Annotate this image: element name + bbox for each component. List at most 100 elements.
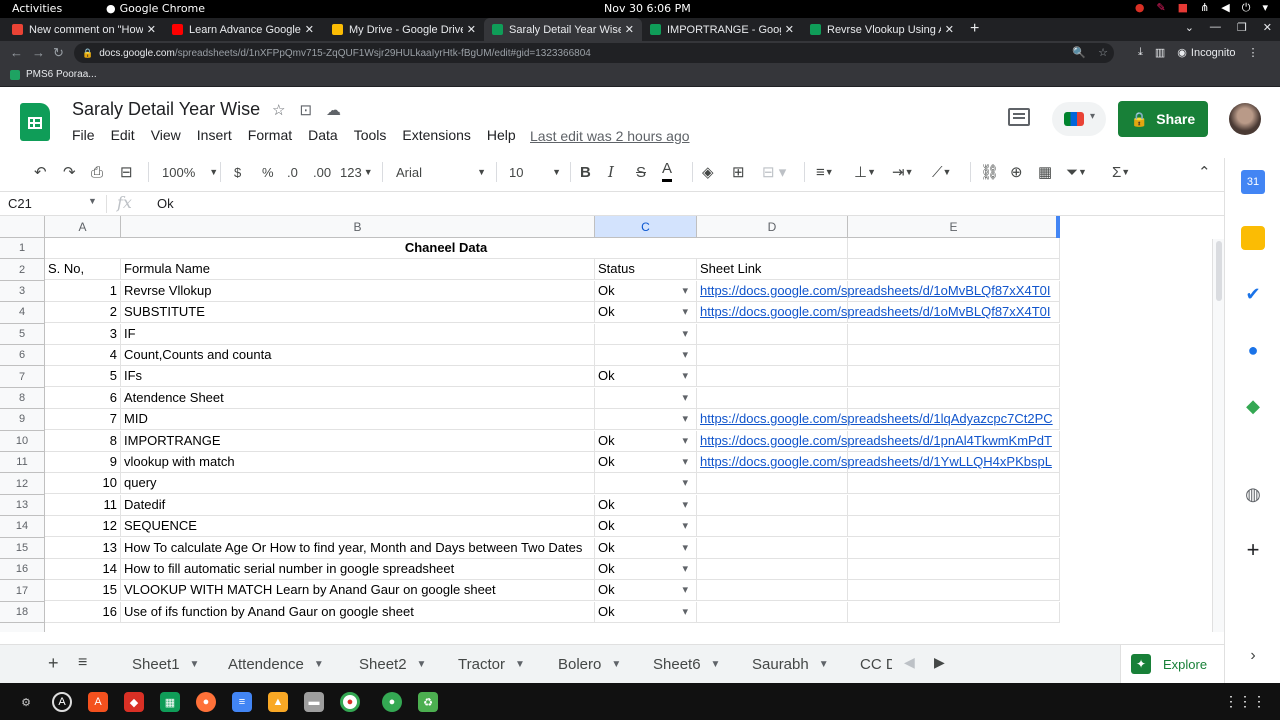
horizontal-align-icon[interactable]: ≡ ▼: [816, 158, 834, 186]
anydesk-icon[interactable]: A: [52, 692, 72, 712]
row-header[interactable]: 18: [0, 601, 45, 624]
docs-app-icon[interactable]: ≡: [232, 692, 252, 712]
row-header[interactable]: [0, 623, 45, 632]
sheet-link-cell[interactable]: [697, 494, 848, 516]
table-cell[interactable]: [848, 516, 1060, 538]
row-header[interactable]: 1: [0, 238, 45, 260]
sno-cell[interactable]: 1: [45, 280, 121, 302]
chrome-menu-icon[interactable]: ⋮: [1248, 46, 1259, 59]
sno-cell[interactable]: 15: [45, 580, 121, 602]
menu-insert[interactable]: Insert: [197, 127, 238, 143]
table-cell[interactable]: [848, 537, 1060, 559]
number-format-select[interactable]: 123 ▼: [340, 158, 373, 186]
text-rotation-icon[interactable]: ⟋ ▼: [932, 158, 951, 186]
tab-search-chevron-icon[interactable]: ⌄: [1185, 21, 1194, 34]
sheet-link-cell[interactable]: [697, 559, 848, 580]
zoom-select[interactable]: 100% ▼: [162, 158, 218, 186]
activities-button[interactable]: Activities: [12, 2, 62, 15]
browser-tab[interactable]: Learn Advance Google Sh ✕: [164, 18, 322, 41]
zoom-icon[interactable]: 🔍: [1072, 46, 1086, 59]
chevron-down-icon[interactable]: ▼: [611, 659, 621, 670]
formula-name-cell[interactable]: vlookup with match: [121, 452, 595, 473]
formula-name-cell[interactable]: IMPORTRANGE: [121, 430, 595, 452]
move-folder-icon[interactable]: ⊡: [299, 101, 312, 119]
software-store-icon[interactable]: A: [88, 692, 108, 712]
chevron-down-icon[interactable]: ▼: [515, 659, 525, 670]
formula-name-cell[interactable]: How To calculate Age Or How to find year…: [121, 537, 595, 559]
browser-tab[interactable]: My Drive - Google Drive ✕: [324, 18, 484, 41]
close-icon[interactable]: ✕: [785, 23, 794, 36]
close-icon[interactable]: ✕: [147, 23, 156, 36]
sheet-link-cell[interactable]: https://docs.google.com/spreadsheets/d/1…: [697, 302, 1050, 324]
table-cell[interactable]: [848, 473, 1060, 495]
redo-icon[interactable]: ↷: [63, 158, 76, 186]
cloud-status-icon[interactable]: ☁: [326, 101, 341, 119]
menu-help[interactable]: Help: [487, 127, 522, 143]
sno-cell[interactable]: 5: [45, 366, 121, 388]
insert-comment-icon[interactable]: ⊕: [1010, 158, 1023, 186]
formula-name-cell[interactable]: Use of ifs function by Anand Gaur on goo…: [121, 601, 595, 623]
maximize-icon[interactable]: ❐: [1237, 21, 1247, 34]
star-icon[interactable]: ☆: [272, 101, 285, 119]
incognito-indicator[interactable]: ◉ Incognito: [1177, 46, 1235, 60]
table-cell[interactable]: [848, 387, 1060, 409]
decrease-decimal-button[interactable]: .0: [287, 158, 298, 186]
status-dropdown-cell[interactable]: Ok: [595, 366, 697, 388]
close-icon[interactable]: ✕: [625, 23, 634, 36]
sno-header[interactable]: S. No,: [45, 259, 121, 281]
chevron-down-icon[interactable]: ▼: [314, 659, 324, 670]
anydesk-app-icon[interactable]: ◆: [124, 692, 144, 712]
chevron-down-icon[interactable]: ▼: [819, 659, 829, 670]
menu-edit[interactable]: Edit: [111, 127, 141, 143]
row-header[interactable]: 2: [0, 259, 45, 281]
sheet-link-cell[interactable]: [697, 516, 848, 538]
strikethrough-icon[interactable]: S: [636, 158, 646, 186]
sno-cell[interactable]: 10: [45, 473, 121, 495]
sheet-tab-attendence[interactable]: Attendence ▼: [228, 645, 324, 683]
status-dropdown-cell[interactable]: [595, 323, 697, 345]
table-title-cell[interactable]: Chaneel Data: [45, 238, 848, 259]
sno-cell[interactable]: 3: [45, 323, 121, 345]
row-header[interactable]: 11: [0, 452, 45, 474]
sheet-link-cell[interactable]: [697, 537, 848, 559]
all-sheets-list-icon[interactable]: ≡: [78, 654, 87, 672]
sheet-link-cell[interactable]: [697, 580, 848, 602]
functions-icon[interactable]: Σ ▼: [1112, 158, 1130, 186]
status-dropdown-cell[interactable]: Ok: [595, 601, 697, 623]
vertical-align-icon[interactable]: ⊥ ▼: [854, 158, 876, 186]
menu-tools[interactable]: Tools: [354, 127, 393, 143]
column-header-b[interactable]: B: [121, 216, 595, 238]
table-cell[interactable]: [848, 580, 1060, 602]
download-icon[interactable]: ⤓: [1138, 46, 1143, 59]
formula-name-cell[interactable]: Datedif: [121, 494, 595, 516]
sheet-tab-tractor[interactable]: Tractor ▼: [458, 645, 525, 683]
tasks-icon[interactable]: ✔: [1241, 282, 1265, 306]
scroll-tabs-left-icon[interactable]: ◀: [904, 654, 915, 671]
row-header[interactable]: 7: [0, 366, 45, 388]
firefox-icon[interactable]: ●: [196, 692, 216, 712]
status-dropdown-cell[interactable]: [595, 345, 697, 366]
formula-name-cell[interactable]: IF: [121, 323, 595, 345]
column-resize-handle[interactable]: [1056, 216, 1060, 238]
row-header[interactable]: 17: [0, 580, 45, 602]
row-header[interactable]: 12: [0, 473, 45, 495]
comment-history-icon[interactable]: [1008, 108, 1030, 126]
contacts-icon[interactable]: ●: [1241, 338, 1265, 362]
column-header-d[interactable]: D: [697, 216, 848, 238]
menu-extensions[interactable]: Extensions: [402, 127, 476, 143]
row-header[interactable]: 3: [0, 280, 45, 303]
explore-button[interactable]: ✦ Explore: [1120, 645, 1224, 683]
status-dropdown-cell[interactable]: Ok: [595, 494, 697, 516]
status-dropdown-cell[interactable]: Ok: [595, 516, 697, 538]
table-cell[interactable]: [848, 345, 1060, 366]
row-header[interactable]: 9: [0, 409, 45, 431]
undo-icon[interactable]: ↶: [34, 158, 47, 186]
sheet-link-header[interactable]: Sheet Link: [697, 259, 848, 281]
trash-icon[interactable]: ♻: [418, 692, 438, 712]
paint-format-icon[interactable]: ⊟: [120, 158, 133, 186]
calendar-icon[interactable]: 31: [1241, 170, 1265, 194]
text-wrapping-icon[interactable]: ⇥ ▼: [892, 158, 914, 186]
name-box[interactable]: C21: [8, 196, 32, 211]
table-cell[interactable]: [848, 238, 1060, 259]
row-header[interactable]: 8: [0, 387, 45, 410]
